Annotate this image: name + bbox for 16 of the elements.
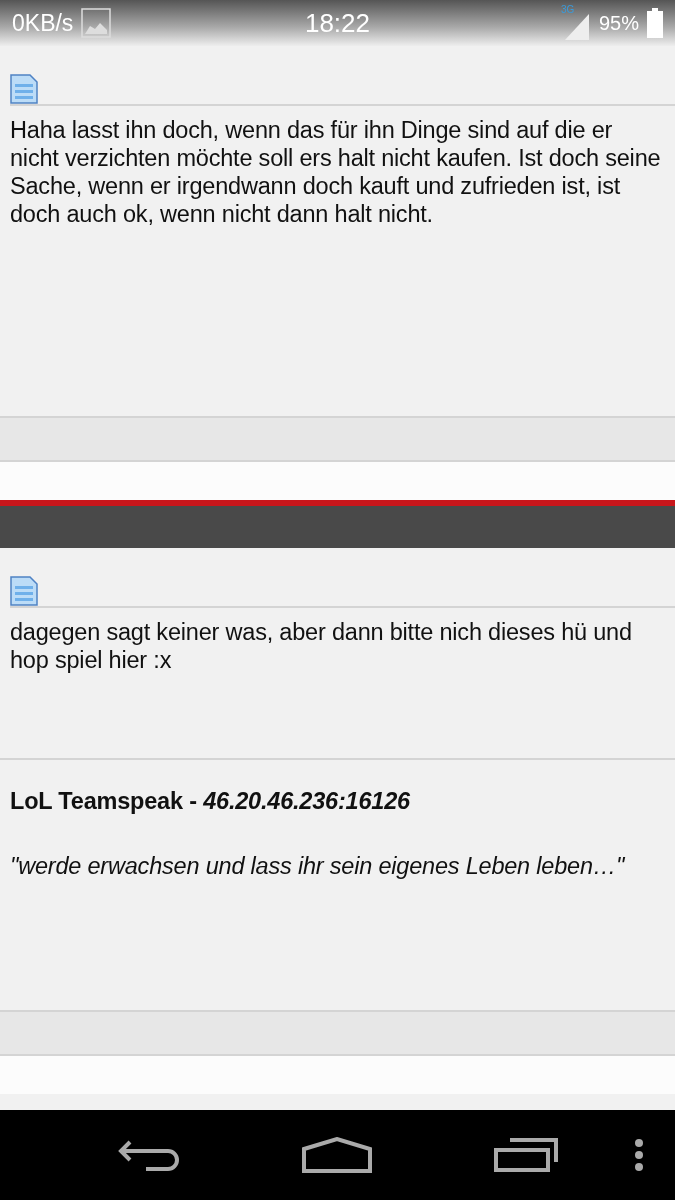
battery-icon xyxy=(647,8,663,38)
home-icon[interactable] xyxy=(302,1137,372,1173)
signature-title: LoL Teamspeak - 46.20.46.236:16126 xyxy=(10,787,411,816)
document-icon xyxy=(10,74,38,104)
post-text: dagegen sagt keiner was, aber dann bitte nich dieses hü und hop spiel hier :x xyxy=(9,618,633,674)
back-icon[interactable] xyxy=(118,1138,182,1172)
battery-percent: 95% xyxy=(598,11,639,36)
recent-apps-icon[interactable] xyxy=(494,1138,558,1172)
network-speed: 0KB/s xyxy=(12,8,74,38)
network-type: 3G xyxy=(560,2,575,17)
clock-time: 18:22 xyxy=(303,6,372,40)
signature-quote: "werde erwachsen und lass ihr sein eigenes Leben leben…" xyxy=(10,852,626,882)
document-icon xyxy=(10,576,38,606)
image-icon xyxy=(81,8,112,38)
post-text: Haha lasst ihn doch, wenn das für ihn Dinge sind auf die er nicht verzichten möchte soll ers halt nicht kaufen. Ist doch seine Sache, wenn er irgendwann doch kauft und zufrieden ist, ist doch auch ok, wenn nicht dann halt nicht. xyxy=(9,116,662,228)
menu-icon[interactable] xyxy=(634,1138,644,1172)
